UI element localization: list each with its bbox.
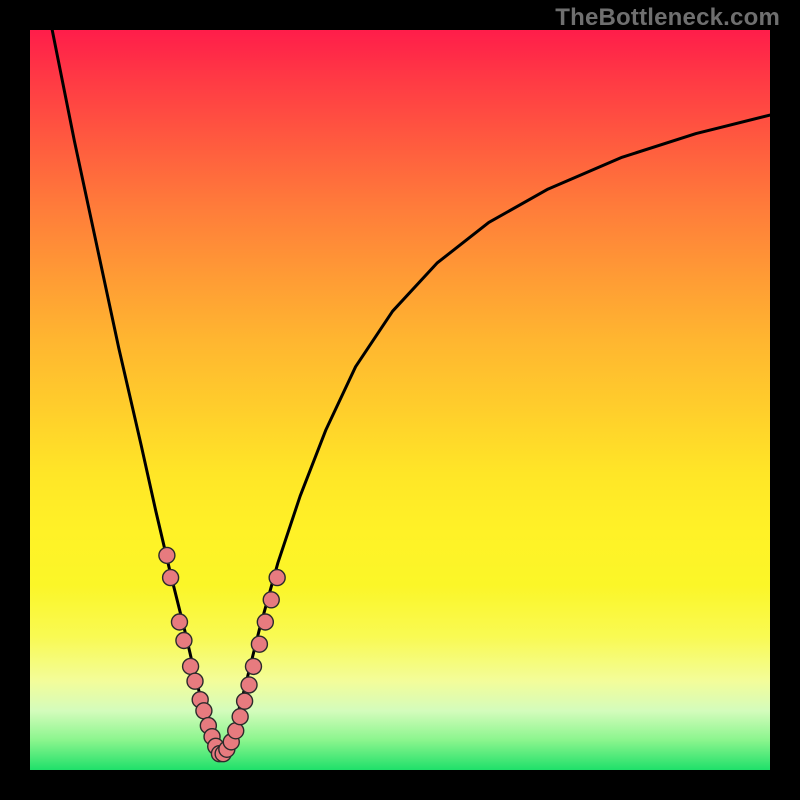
chart-stage: TheBottleneck.com	[0, 0, 800, 800]
gradient-background	[30, 30, 770, 770]
plot-area	[30, 30, 770, 770]
watermark-text: TheBottleneck.com	[555, 4, 780, 32]
